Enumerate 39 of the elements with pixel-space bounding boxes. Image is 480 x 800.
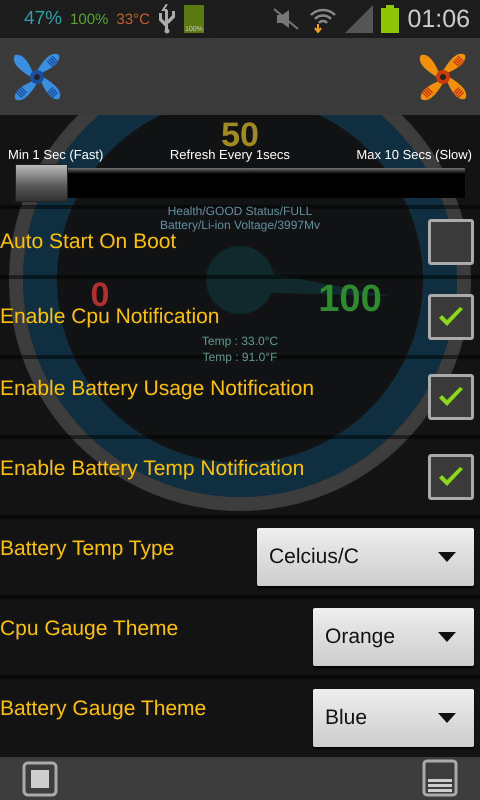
gauge-max-label: 100 <box>318 278 382 321</box>
setting-label: Enable Battery Temp Notification <box>0 457 304 481</box>
caret-icon <box>438 632 456 642</box>
checkmark-icon <box>437 386 465 408</box>
battery-percent: 47% <box>24 8 62 30</box>
slider-thumb[interactable] <box>15 164 68 202</box>
charge-level: 100% <box>70 10 108 28</box>
mute-icon <box>271 7 302 31</box>
max-label: Max 10 Secs (Slow) <box>356 147 472 162</box>
setting-label: Enable Cpu Notification <box>0 305 220 329</box>
checkmark-icon <box>437 306 465 328</box>
temperature-celsius: Temp : 33.0°C <box>202 334 278 348</box>
setting-label: Battery Temp Type <box>0 537 174 561</box>
battery-full-icon <box>381 5 400 33</box>
min-label: Min 1 Sec (Fast) <box>8 147 104 162</box>
usb-icon <box>158 4 176 34</box>
checkbox[interactable] <box>428 219 474 265</box>
checkmark-icon <box>437 466 465 488</box>
caret-icon <box>438 713 456 723</box>
clock: 01:06 <box>407 4 470 34</box>
setting-label: Auto Start On Boot <box>0 230 176 254</box>
caret-icon <box>438 552 456 562</box>
signal-icon <box>345 5 374 33</box>
dropdown[interactable]: Orange <box>313 608 474 666</box>
checkbox[interactable] <box>428 454 474 500</box>
gauge-button-icon[interactable] <box>20 758 60 798</box>
dropdown[interactable]: Blue <box>313 689 474 747</box>
setting-label: Enable Battery Usage Notification <box>0 377 314 401</box>
battery-voltage: Battery/Li-ion Voltage/3997Mv <box>160 218 320 232</box>
temperature-fahrenheit: Temp : 91.0°F <box>202 350 278 364</box>
checkbox[interactable] <box>428 294 474 340</box>
refresh-slider[interactable] <box>15 164 465 202</box>
setting-label: Cpu Gauge Theme <box>0 617 178 641</box>
checkbox[interactable] <box>428 374 474 420</box>
dropdown[interactable]: Celcius/C <box>257 528 474 586</box>
battery-button-icon[interactable] <box>420 758 460 798</box>
setting-label: Battery Gauge Theme <box>0 697 206 721</box>
health-status: Health/GOOD Status/FULL <box>168 204 312 218</box>
temperature-reading: 33°C <box>116 10 150 28</box>
